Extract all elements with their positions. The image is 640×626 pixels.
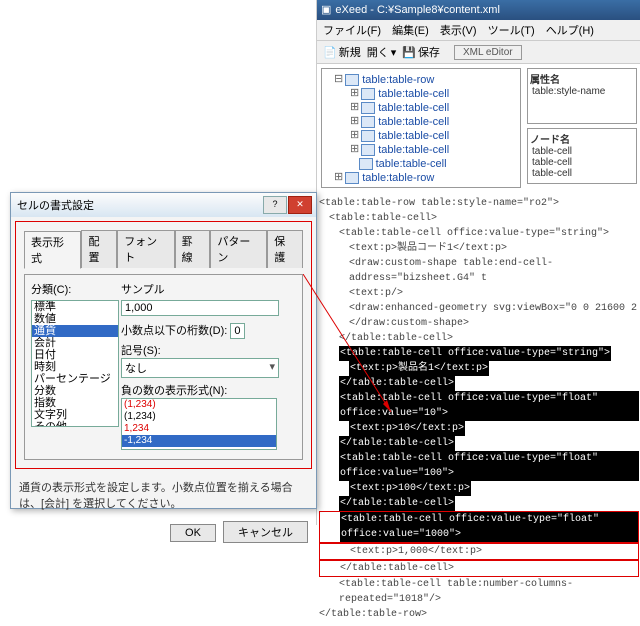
node-item[interactable]: table-cell: [532, 157, 634, 168]
app-title: eXeed - C:¥Sample8¥content.xml: [335, 0, 499, 20]
xml-line[interactable]: <text:p>10</text:p>: [319, 421, 639, 436]
menu-help[interactable]: ヘルプ(H): [546, 25, 594, 37]
xml-editor-label: XML eDitor: [454, 45, 522, 60]
save-button[interactable]: 💾保存: [402, 44, 440, 60]
xml-line[interactable]: </table:table-row>: [319, 607, 639, 622]
xml-line[interactable]: <draw:custom-shape table:end-cell-addres…: [319, 256, 639, 286]
xml-line[interactable]: <draw:enhanced-geometry svg:viewBox="0 0…: [319, 301, 639, 316]
menu-edit[interactable]: 編集(E): [392, 25, 429, 37]
category-listbox[interactable]: 標準数値通貨会計日付時刻パーセンテージ分数指数文字列その他ユーザー定義: [31, 300, 119, 427]
xml-line[interactable]: <table:table-cell>: [319, 211, 639, 226]
open-button[interactable]: 開く▾: [367, 44, 397, 60]
category-item[interactable]: 日付: [32, 349, 118, 361]
negative-format-item[interactable]: (1,234): [122, 411, 276, 423]
category-item[interactable]: その他: [32, 421, 118, 427]
menu-view[interactable]: 表示(V): [440, 25, 477, 37]
dialog-title: セルの書式設定: [17, 197, 94, 213]
negative-format-listbox[interactable]: (1,234)(1,234)1,234-1,234: [121, 398, 277, 450]
menu-bar[interactable]: ファイル(F) 編集(E) 表示(V) ツール(T) ヘルプ(H): [317, 20, 640, 41]
category-item[interactable]: 数値: [32, 313, 118, 325]
new-button[interactable]: 📄新規: [323, 44, 361, 60]
tree-node[interactable]: ⊟table:table-row: [326, 73, 516, 87]
toolbar: 📄新規 開く▾ 💾保存 XML eDitor: [317, 41, 640, 64]
category-item[interactable]: パーセンテージ: [32, 373, 118, 385]
xml-line[interactable]: <text:p>100</text:p>: [319, 481, 639, 496]
xml-line[interactable]: </table:table-cell>: [319, 436, 639, 451]
xml-line[interactable]: <table:table-cell office:value-type="str…: [319, 226, 639, 241]
dialog-description: 通貨の表示形式を設定します。小数点位置を揃える場合は、[会計] を選択してくださ…: [11, 473, 316, 517]
tab-strip: 表示形式 配置 フォント 罫線 パターン 保護: [24, 230, 303, 268]
xml-line[interactable]: <table:table-cell office:value-type="flo…: [319, 391, 639, 421]
xml-line[interactable]: </table:table-cell>: [319, 496, 639, 511]
nodes-panel[interactable]: ノード名 table-cell table-cell table-cell: [527, 128, 637, 184]
category-item[interactable]: 分数: [32, 385, 118, 397]
close-button[interactable]: ✕: [288, 196, 312, 214]
tab-border[interactable]: 罫線: [175, 230, 211, 268]
format-cells-dialog: セルの書式設定 ? ✕ 表示形式 配置 フォント 罫線 パターン 保護 分類(C…: [10, 192, 317, 509]
xml-line[interactable]: <table:table-cell office:value-type="str…: [319, 346, 639, 361]
negative-format-item[interactable]: 1,234: [122, 423, 276, 435]
xml-line[interactable]: </table:table-cell>: [319, 331, 639, 346]
attributes-panel[interactable]: 属性名 table:style-name: [527, 68, 637, 124]
symbol-combo[interactable]: なし: [121, 358, 279, 378]
nodes-header: ノード名: [530, 131, 634, 146]
xml-line[interactable]: <text:p>1,000</text:p>: [319, 543, 639, 560]
negative-format-item[interactable]: (1,234): [122, 399, 276, 411]
xml-line[interactable]: </table:table-cell>: [319, 376, 639, 391]
menu-tools[interactable]: ツール(T): [488, 25, 535, 37]
negative-label: 負の数の表示形式(N):: [121, 382, 296, 398]
node-item[interactable]: table-cell: [532, 146, 634, 157]
symbol-label: 記号(S):: [121, 342, 296, 358]
exeed-titlebar: ▣ eXeed - C:¥Sample8¥content.xml: [317, 0, 640, 20]
decimal-places-input[interactable]: 0: [230, 323, 244, 339]
negative-format-item[interactable]: -1,234: [122, 435, 276, 447]
tab-font[interactable]: フォント: [117, 230, 174, 268]
category-item[interactable]: 文字列: [32, 409, 118, 421]
sample-label: サンプル: [121, 281, 296, 297]
xml-line[interactable]: <table:table-row table:style-name="ro2">: [319, 196, 639, 211]
xml-line[interactable]: </table:table-cell>: [319, 560, 639, 577]
tree-node[interactable]: ⊞table:table-cell: [326, 101, 516, 115]
tree-node[interactable]: ⊞table:table-cell: [326, 143, 516, 157]
category-item[interactable]: 通貨: [32, 325, 118, 337]
dialog-titlebar: セルの書式設定 ? ✕: [11, 193, 316, 217]
attributes-header: 属性名: [530, 71, 634, 86]
xml-line[interactable]: <text:p>製品名1</text:p>: [319, 361, 639, 376]
ok-button[interactable]: OK: [170, 524, 216, 542]
tree-node[interactable]: ⊞table:table-row: [326, 171, 516, 185]
xml-line[interactable]: <table:table-cell office:value-type="flo…: [319, 451, 639, 481]
tree-node[interactable]: ⊞table:table-cell: [326, 129, 516, 143]
tree-panel[interactable]: ⊟table:table-row⊞table:table-cell⊞table:…: [321, 68, 521, 188]
tree-node[interactable]: table:table-cell: [326, 157, 516, 171]
tab-protection[interactable]: 保護: [267, 230, 303, 268]
xml-line[interactable]: </draw:custom-shape>: [319, 316, 639, 331]
category-item[interactable]: 時刻: [32, 361, 118, 373]
xml-line[interactable]: <table:table-cell table:number-columns-r…: [319, 577, 639, 607]
category-label: 分類(C):: [31, 281, 121, 297]
tab-alignment[interactable]: 配置: [81, 230, 117, 268]
xml-source-view[interactable]: <table:table-row table:style-name="ro2">…: [317, 192, 640, 626]
sample-display: 1,000: [121, 300, 279, 316]
tab-number-format[interactable]: 表示形式: [24, 231, 81, 269]
category-item[interactable]: 指数: [32, 397, 118, 409]
tab-pattern[interactable]: パターン: [210, 230, 267, 268]
app-icon: ▣: [321, 0, 331, 20]
help-button[interactable]: ?: [263, 196, 287, 214]
category-item[interactable]: 会計: [32, 337, 118, 349]
tree-node[interactable]: ⊞table:table-cell: [326, 115, 516, 129]
exeed-window: ▣ eXeed - C:¥Sample8¥content.xml ファイル(F)…: [316, 0, 640, 525]
xml-line[interactable]: <text:p/>: [319, 286, 639, 301]
attr-item[interactable]: table:style-name: [532, 86, 634, 97]
tree-node[interactable]: ⊞table:table-cell: [326, 87, 516, 101]
decimal-label: 小数点以下の桁数(D):: [121, 325, 227, 337]
cancel-button[interactable]: キャンセル: [223, 521, 308, 543]
category-item[interactable]: 標準: [32, 301, 118, 313]
node-item[interactable]: table-cell: [532, 168, 634, 179]
menu-file[interactable]: ファイル(F): [323, 25, 381, 37]
xml-line[interactable]: <table:table-cell office:value-type="flo…: [319, 511, 639, 543]
xml-line[interactable]: <text:p>製品コード1</text:p>: [319, 241, 639, 256]
